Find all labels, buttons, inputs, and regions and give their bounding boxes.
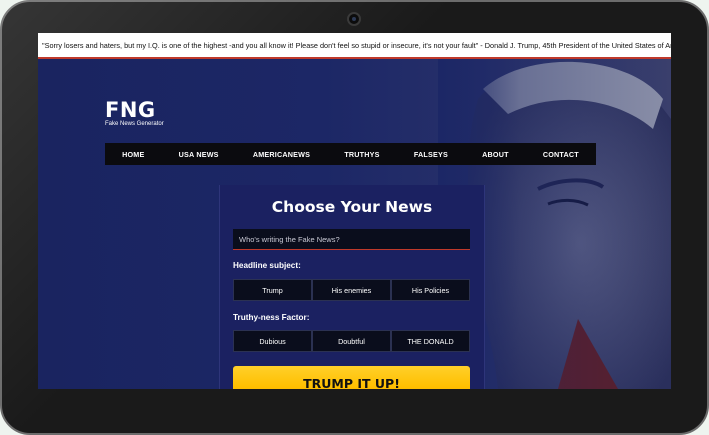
truthiness-factor-options: Dubious Doubtful THE DONALD (233, 330, 470, 352)
logo-title: FNG (105, 98, 156, 122)
truthiness-option-dubious[interactable]: Dubious (233, 330, 312, 352)
ticker-text: "Sorry losers and haters, but my I.Q. is… (42, 40, 671, 50)
hero-section: FNG Fake News Generator HOME USA NEWS AM… (38, 59, 671, 389)
nav-item-usa-news[interactable]: USA NEWS (179, 150, 219, 159)
headline-subject-options: Trump His enemies His Policies (233, 279, 470, 301)
trump-it-up-button[interactable]: TRUMP IT UP! (233, 366, 470, 389)
logo-subtitle: Fake News Generator (105, 121, 164, 127)
nav-item-truthys[interactable]: TRUTHYS (344, 150, 379, 159)
author-input[interactable] (233, 229, 470, 250)
screen: "Sorry losers and haters, but my I.Q. is… (38, 33, 671, 389)
panel-title: Choose Your News (271, 198, 433, 216)
headline-option-his-policies[interactable]: His Policies (391, 279, 470, 301)
quote-ticker: "Sorry losers and haters, but my I.Q. is… (38, 33, 671, 59)
headline-option-his-enemies[interactable]: His enemies (312, 279, 391, 301)
nav-item-americanews[interactable]: AMERICANEWS (253, 150, 310, 159)
camera-icon (347, 12, 361, 26)
headline-subject-label: Headline subject: (233, 261, 301, 270)
site-logo[interactable]: FNG Fake News Generator (105, 99, 164, 128)
truthiness-option-doubtful[interactable]: Doubtful (312, 330, 391, 352)
nav-item-falseys[interactable]: FALSEYS (414, 150, 448, 159)
nav-item-about[interactable]: ABOUT (482, 150, 509, 159)
main-nav: HOME USA NEWS AMERICANEWS TRUTHYS FALSEY… (105, 143, 596, 165)
nav-item-home[interactable]: HOME (122, 150, 144, 159)
truthiness-factor-label: Truthy-ness Factor: (233, 313, 310, 322)
truthiness-option-the-donald[interactable]: THE DONALD (391, 330, 470, 352)
news-generator-panel: Choose Your News Headline subject: Trump… (219, 185, 485, 389)
nav-item-contact[interactable]: CONTACT (543, 150, 579, 159)
headline-option-trump[interactable]: Trump (233, 279, 312, 301)
